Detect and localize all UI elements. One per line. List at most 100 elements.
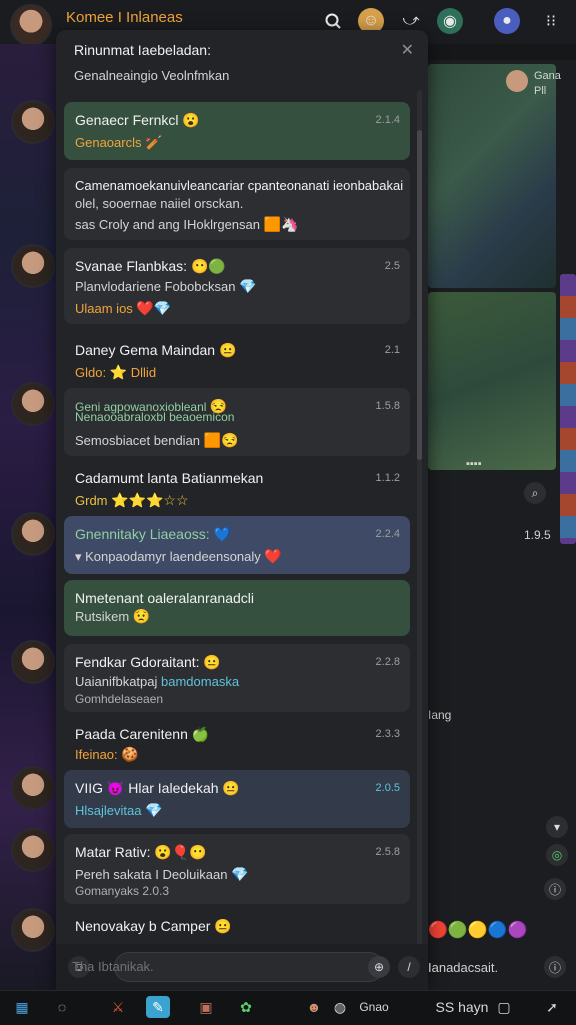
message-title: Camenamoekanuivleancariar cpanteonanati …	[75, 178, 404, 193]
chat-panel: Rinunmat Iaebeladan: Genalneaingio Veoln…	[56, 30, 428, 988]
message-title: Matar Rativ: 😮🎈😶	[75, 844, 207, 860]
message-card[interactable]: Camenamoekanuivleancariar cpanteonanati …	[64, 168, 410, 240]
message-sub: Uaianifbkatpaj bamdomaska	[75, 674, 240, 689]
message-sub: Gldo: ⭐ Dllid	[75, 364, 157, 380]
message-card[interactable]: Genaecr Fernkcl 😮 2.1.4 Genaoarcls 🏏	[64, 102, 410, 160]
status-icon[interactable]: ◎	[546, 844, 568, 866]
chat-input[interactable]	[114, 952, 384, 982]
user-avatar[interactable]	[10, 4, 52, 46]
search-icon[interactable]: ⌕	[524, 482, 546, 504]
globe-icon[interactable]: ◉	[437, 8, 463, 34]
message-sub2: Gomhdelaseaen	[75, 692, 164, 706]
message-title-line2: Nenaooabraloxbl beaoemicon	[75, 410, 235, 424]
message-time: 1.5.8	[375, 400, 400, 412]
message-sub: Grdm ⭐⭐⭐☆☆	[75, 492, 189, 508]
message-sub: Rutsikem 😟	[75, 608, 151, 624]
panel-title: Rinunmat Iaebeladan:	[74, 42, 211, 58]
message-title: Nenovakay b Camper 😐	[75, 918, 232, 934]
message-sub2: Ulaam ios ❤️💎	[75, 300, 172, 316]
panel-subtitle: Genalneaingio Veolnfmkan	[74, 68, 230, 83]
emote-row[interactable]: 🔴🟢🟡🔵🟣	[428, 920, 528, 940]
message-card[interactable]: Geni agpowanoxiobleanl 😒 Nenaooabraloxbl…	[64, 388, 410, 456]
message-title: VIIG 😈 Hlar Ialedekah 😐	[75, 780, 240, 796]
right-time: 1.9.5	[524, 528, 551, 542]
info-icon[interactable]: ⓘ	[544, 878, 566, 900]
right-input-text: Ianadacsait.	[428, 960, 499, 975]
message-title: Cadamumt lanta Batianmekan	[75, 470, 264, 486]
app-title: Komee I Inlaneas	[66, 9, 183, 26]
active-tab-icon[interactable]: ✎	[146, 996, 170, 1018]
message-title: Gnennitaky Liaeaoss: 💙	[75, 526, 231, 542]
send-icon[interactable]: /	[398, 956, 420, 978]
player-avatar[interactable]	[506, 70, 528, 92]
message-card[interactable]: Matar Rativ: 😮🎈😶 2.5.8 Pereh sakata I De…	[64, 834, 410, 904]
message-sub: sas Croly and ang IHoklrgensan 🟧🦄	[75, 216, 299, 232]
message-card[interactable]: Daney Gema Maindan 😐 2.1 Gldo: ⭐ Dllid	[64, 332, 410, 386]
message-title: Daney Gema Maindan 😐	[75, 342, 237, 358]
message-time: 2.0.5	[375, 782, 400, 794]
home-icon[interactable]: ▦	[10, 996, 34, 1018]
message-card[interactable]: Nmetenant oaleralanranadcli Rutsikem 😟	[64, 580, 410, 636]
message-time: 2.2.8	[375, 656, 400, 668]
friend-avatar[interactable]	[11, 640, 55, 684]
message-time: 2.5.8	[375, 846, 400, 858]
friend-avatar[interactable]	[11, 512, 55, 556]
window-icon[interactable]: ▢	[492, 996, 516, 1018]
scrollbar-thumb[interactable]	[417, 130, 422, 460]
game-art-strip	[0, 44, 62, 990]
bottom-status: SS hayn	[435, 999, 489, 1015]
right-label: Iang	[428, 708, 452, 722]
message-sub: ▾ Konpaodamyr laendeensonaly ❤️	[75, 548, 282, 564]
friend-avatar[interactable]	[11, 828, 55, 872]
message-card[interactable]: Paada Carenitenn 🍏 2.3.3 Ifeinao: 🍪	[64, 716, 410, 768]
message-sub2: Gomanyaks 2.0.3	[75, 884, 170, 898]
chat-bubble-icon[interactable]: ◌	[50, 996, 74, 1018]
bottom-label: Gnao	[359, 1000, 389, 1014]
ability-icons[interactable]	[560, 274, 576, 544]
message-title: Nmetenant oaleralanranadcli	[75, 590, 254, 606]
clover-icon[interactable]: ✿	[234, 996, 258, 1018]
message-title-line2: olel, sooernae naiiel orsckan.	[75, 196, 244, 211]
message-time: 2.5	[384, 260, 400, 272]
message-card[interactable]: Gnennitaky Liaeaoss: 💙 2.2.4 ▾ Konpaodam…	[64, 516, 410, 574]
friend-avatar[interactable]	[11, 766, 55, 810]
message-sub: Pereh sakata I Deoluikaan 💎	[75, 866, 249, 882]
share-icon[interactable]: ➚	[540, 996, 564, 1018]
message-sub: Hlsajlevitaa 💎	[75, 802, 163, 818]
message-sub: Planvlodariene Fobobcksan 💎	[75, 278, 257, 294]
down-arrow-icon[interactable]: ▾	[546, 816, 568, 838]
message-title: Genaecr Fernkcl 😮	[75, 112, 200, 128]
friend-avatar[interactable]	[11, 100, 55, 144]
game-map-bottom[interactable]	[428, 292, 556, 470]
message-title: Paada Carenitenn 🍏	[75, 726, 210, 742]
friends-icon[interactable]: ☻	[302, 996, 326, 1018]
message-sub: Genaoarcls 🏏	[75, 134, 163, 150]
close-icon[interactable]: ✕	[401, 40, 414, 60]
player-tag: Pll	[534, 85, 547, 97]
user-icon[interactable]: ●	[494, 8, 520, 34]
friend-avatar[interactable]	[11, 908, 55, 952]
message-sub: Ifeinao: 🍪	[75, 746, 139, 762]
chest-icon[interactable]: ▣	[194, 996, 218, 1018]
message-time: 2.1	[384, 344, 400, 356]
message-time: 1.1.2	[375, 472, 400, 484]
attach-icon[interactable]: ⊕	[368, 956, 390, 978]
message-card[interactable]: Svanae Flanbkas: 😶🟢 2.5 Planvlodariene F…	[64, 248, 410, 324]
message-time: 2.2.4	[375, 528, 400, 540]
message-card[interactable]: VIIG 😈 Hlar Ialedekah 😐 2.0.5 Hlsajlevit…	[64, 770, 410, 828]
sword-icon[interactable]: ⚔	[106, 996, 130, 1018]
message-title: Fendkar Gdoraitant: 😐	[75, 654, 221, 670]
player-name: Gana	[534, 70, 561, 82]
message-title: Svanae Flanbkas: 😶🟢	[75, 258, 226, 274]
message-time: 2.3.3	[375, 728, 400, 740]
message-card[interactable]: Fendkar Gdoraitant: 😐 2.2.8 Uaianifbkatp…	[64, 644, 410, 712]
grid-menu-icon[interactable]: ⁝⁝	[538, 8, 564, 34]
friend-avatar[interactable]	[11, 244, 55, 288]
friend-avatar[interactable]	[11, 382, 55, 426]
minimap-readout: ▪▪▪▪	[466, 458, 482, 470]
message-sub: Semosbiacet bendian 🟧😒	[75, 432, 239, 448]
info-icon[interactable]: ⓘ	[544, 956, 566, 978]
message-card[interactable]: Cadamumt lanta Batianmekan 1.1.2 Grdm ⭐⭐…	[64, 460, 410, 514]
globe-icon[interactable]: ◍	[328, 996, 352, 1018]
game-map-top[interactable]	[428, 64, 556, 288]
